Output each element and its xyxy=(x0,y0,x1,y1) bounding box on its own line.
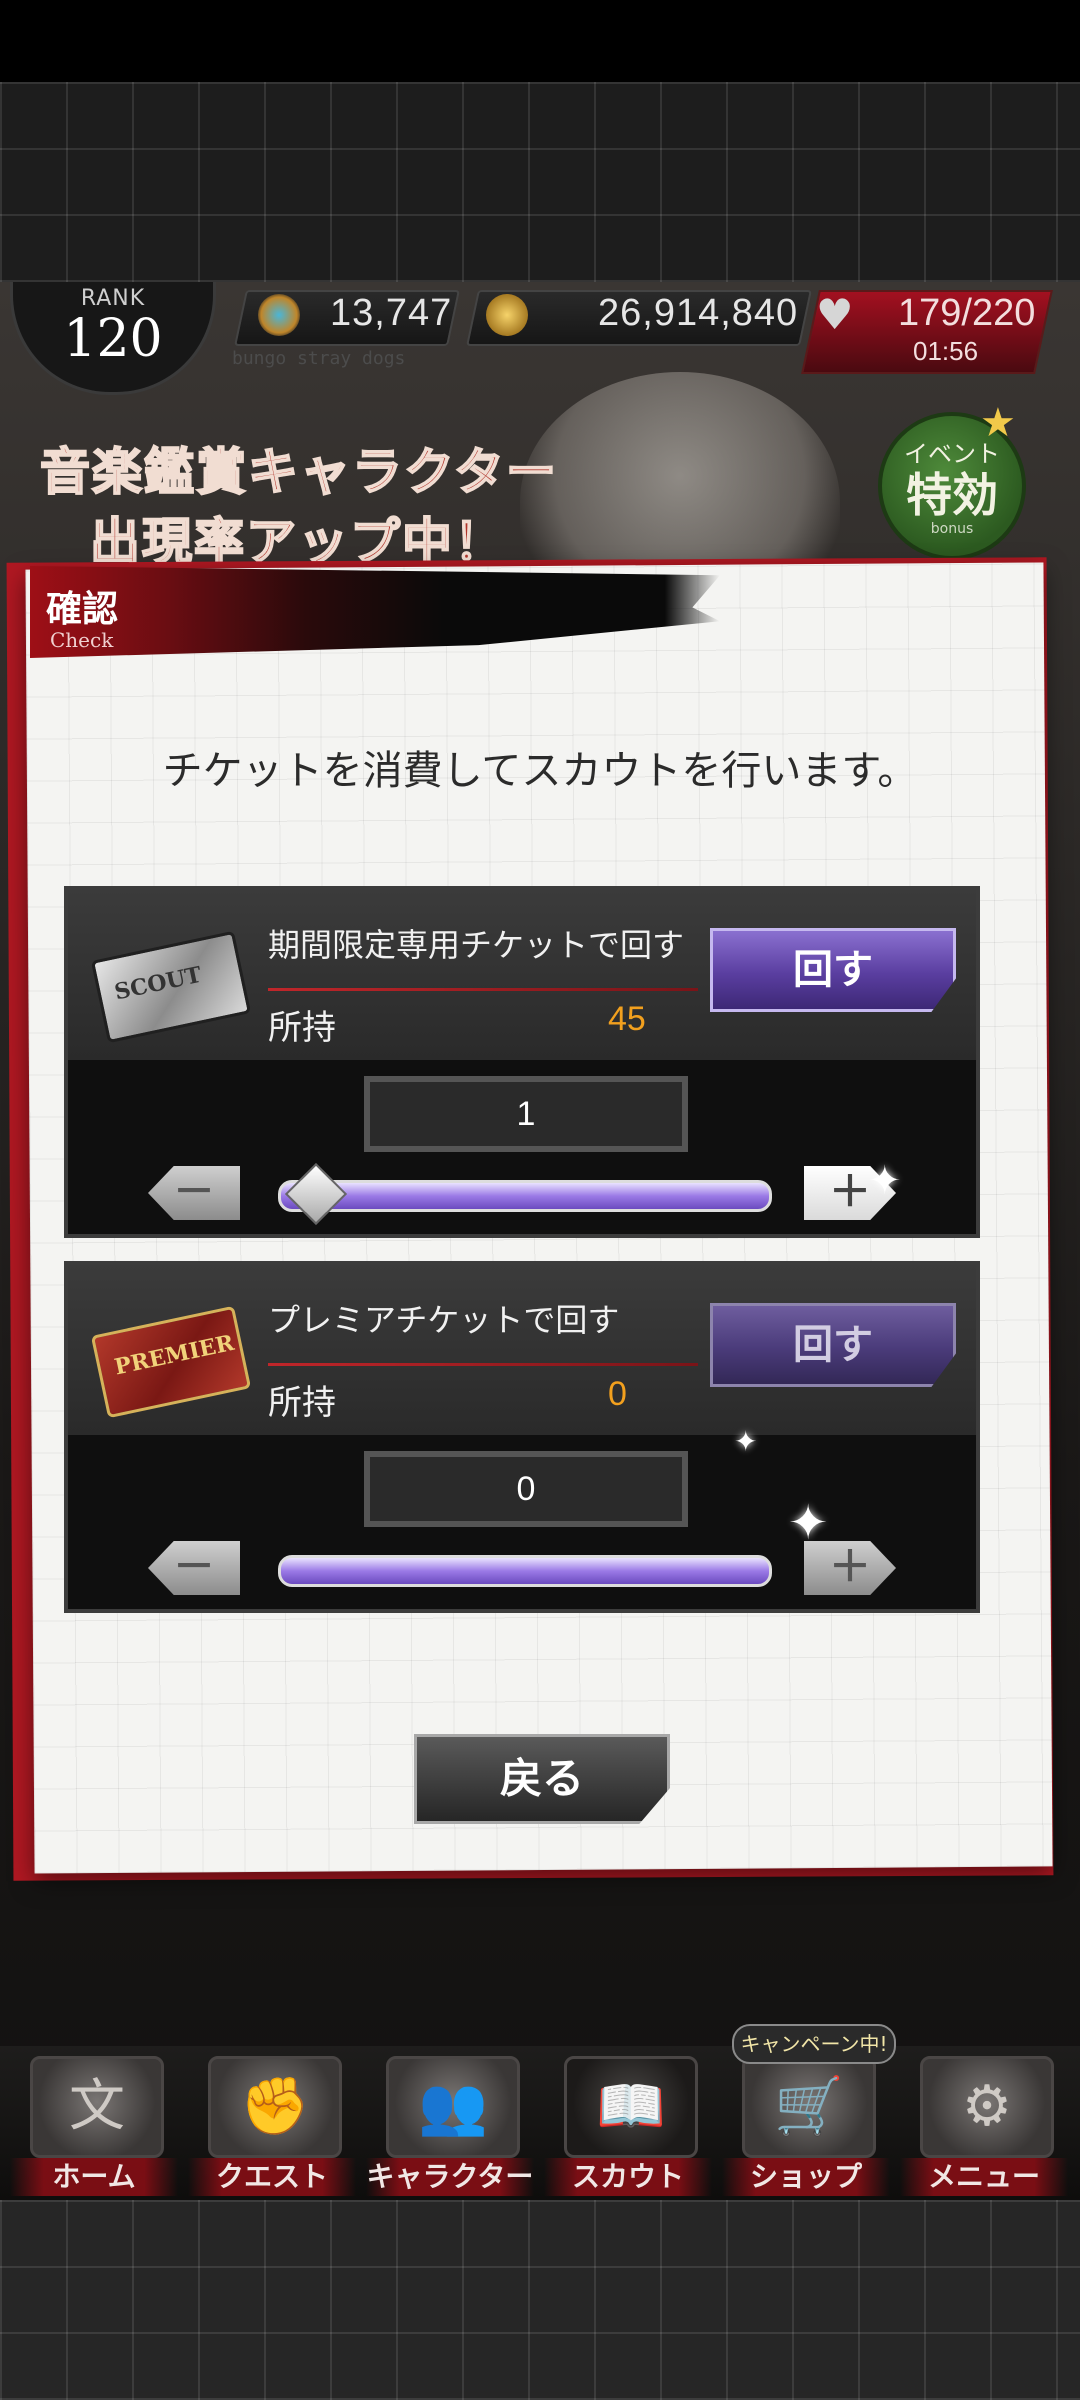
stamina-timer: 01:56 xyxy=(913,336,979,366)
shop-cart-icon: 🛒 xyxy=(742,2056,876,2158)
scout-ticket-text: SCOUT xyxy=(112,961,204,1006)
rank-badge: RANK 120 xyxy=(10,282,216,395)
campaign-badge: キャンペーン中! xyxy=(732,2024,896,2064)
ticket-count-slider[interactable] xyxy=(278,1555,772,1587)
star-icon: ★ xyxy=(980,400,1016,446)
ticket-label: プレミアチケットで回す xyxy=(268,1301,620,1339)
nav-menu[interactable]: ⚙ メニュー xyxy=(900,2056,1068,2196)
rank-value: 120 xyxy=(63,309,163,369)
rank-label: RANK xyxy=(80,286,146,311)
sparkle-icon: ✦ xyxy=(788,1495,829,1551)
dialog-title: 確認 xyxy=(46,588,119,630)
sparkle-icon: ✦ xyxy=(868,1158,902,1204)
limited-ticket-panel: SCOUT 期間限定専用チケットで回す 所持 45 回す 1 － ＋ ✦ xyxy=(64,886,980,1238)
dialog-title-sub: Check xyxy=(50,628,114,652)
divider xyxy=(268,988,698,991)
nav-menu-label: メニュー xyxy=(900,2158,1068,2196)
home-icon: 文 xyxy=(30,2056,164,2158)
owned-label: 所持 xyxy=(268,1383,336,1423)
nav-shop[interactable]: 🛒 ショップ xyxy=(722,2056,890,2196)
nav-quest-label: クエスト xyxy=(188,2158,356,2196)
nav-home[interactable]: 文 ホーム xyxy=(10,2056,178,2196)
dialog-message: チケットを消費してスカウトを行います。 xyxy=(162,748,918,794)
ticket-count-field[interactable]: 1 xyxy=(364,1076,688,1152)
nav-scout-label: スカウト xyxy=(544,2158,712,2196)
character-icon: 👥 xyxy=(386,2056,520,2158)
gem-icon xyxy=(258,294,300,336)
status-bar xyxy=(0,0,1080,82)
coin-icon xyxy=(486,294,528,336)
divider xyxy=(268,1363,698,1366)
owned-count: 45 xyxy=(608,1000,646,1038)
owned-label: 所持 xyxy=(268,1008,336,1048)
game-subtitle: bungo stray dogs xyxy=(232,348,406,369)
quest-icon: ✊ xyxy=(208,2056,342,2158)
event-badge-sub: bonus xyxy=(930,521,974,537)
gear-icon: ⚙ xyxy=(920,2056,1054,2158)
decrease-button[interactable]: － xyxy=(148,1541,240,1595)
premier-ticket-text: PREMIER xyxy=(112,1329,237,1381)
banner-title-line1[interactable]: 音楽鑑賞キャラクター xyxy=(39,432,558,504)
slider-thumb[interactable] xyxy=(284,1162,348,1226)
spin-limited-ticket-button[interactable]: 回す xyxy=(710,928,956,1012)
bottom-background xyxy=(0,2200,1080,2400)
decrease-button[interactable]: － xyxy=(148,1166,240,1220)
back-button[interactable]: 戻る xyxy=(414,1734,670,1824)
ticket-count-field[interactable]: 0 xyxy=(364,1451,688,1527)
heart-icon: ♥ xyxy=(816,290,854,339)
nav-quest[interactable]: ✊ クエスト xyxy=(188,2056,356,2196)
event-badge-main: 特効 xyxy=(906,468,998,522)
bottom-nav: 文 ホーム ✊ クエスト 👥 キャラクター 📖 スカウト 🛒 ショップ ⚙ メニ… xyxy=(0,2046,1080,2200)
player-status-bar: RANK 120 13,747 26,914,840 ♥ 179/220 01:… xyxy=(10,282,1070,395)
ticket-count-slider[interactable] xyxy=(278,1180,772,1212)
ticket-label: 期間限定専用チケットで回す xyxy=(268,926,685,964)
spin-premier-ticket-button[interactable]: 回す xyxy=(710,1303,956,1387)
gems-value: 13,747 xyxy=(330,292,453,334)
nav-shop-label: ショップ xyxy=(722,2158,890,2196)
nav-scout[interactable]: 📖 スカウト xyxy=(544,2056,712,2196)
owned-count: 0 xyxy=(608,1375,627,1413)
nav-character[interactable]: 👥 キャラクター xyxy=(366,2056,534,2196)
nav-character-label: キャラクター xyxy=(366,2158,534,2196)
scout-icon: 📖 xyxy=(564,2056,698,2158)
nav-home-label: ホーム xyxy=(10,2158,178,2196)
sparkle-icon: ✦ xyxy=(734,1425,758,1458)
premier-ticket-panel: PREMIER プレミアチケットで回す 所持 0 回す 0 － ＋ ✦ ✦ xyxy=(64,1261,980,1613)
stamina-value: 179/220 xyxy=(898,292,1036,334)
top-background xyxy=(0,82,1080,282)
coins-value: 26,914,840 xyxy=(598,292,799,334)
